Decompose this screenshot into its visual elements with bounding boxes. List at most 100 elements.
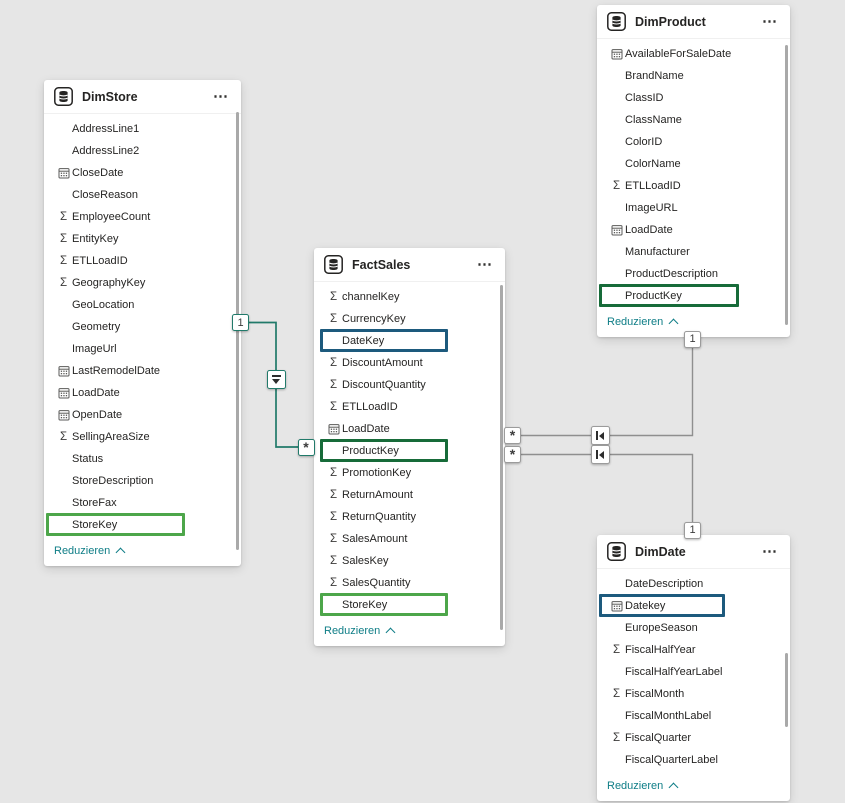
field-row-closedate[interactable]: CloseDate <box>44 162 241 184</box>
table-card-header[interactable]: FactSales⋯ <box>314 248 505 282</box>
field-row-productdescription[interactable]: ProductDescription <box>597 263 790 285</box>
field-row-geometry[interactable]: Geometry <box>44 316 241 338</box>
field-row-returnamount[interactable]: ΣReturnAmount <box>314 484 505 506</box>
field-row-classid[interactable]: ClassID <box>597 87 790 109</box>
scrollbar-thumb[interactable] <box>500 285 503 630</box>
table-card-header[interactable]: DimStore⋯ <box>44 80 241 114</box>
field-row-status[interactable]: Status <box>44 448 241 470</box>
cardinality-marker-many-store-sales[interactable]: * <box>298 439 315 456</box>
field-name: DateDescription <box>625 578 703 590</box>
cardinality-marker-many-product-sales[interactable]: * <box>504 427 521 444</box>
field-row-fiscalquarter[interactable]: ΣFiscalQuarter <box>597 727 790 749</box>
field-row-loaddate[interactable]: LoadDate <box>597 219 790 241</box>
table-title: DimStore <box>82 90 213 104</box>
field-row-fiscalquarterlabel[interactable]: FiscalQuarterLabel <box>597 749 790 771</box>
field-row-returnquantity[interactable]: ΣReturnQuantity <box>314 506 505 528</box>
field-row-colorname[interactable]: ColorName <box>597 153 790 175</box>
field-row-storedescription[interactable]: StoreDescription <box>44 470 241 492</box>
calendar-icon <box>609 600 624 612</box>
field-row-availableforsaledate[interactable]: AvailableForSaleDate <box>597 43 790 65</box>
cardinality-label: * <box>510 447 515 462</box>
field-row-storekey[interactable]: StoreKey <box>314 594 505 616</box>
field-row-datedescription[interactable]: DateDescription <box>597 573 790 595</box>
field-row-fiscalhalfyearlabel[interactable]: FiscalHalfYearLabel <box>597 661 790 683</box>
more-options-button[interactable]: ⋯ <box>762 547 778 557</box>
relationship-line-product-sales[interactable] <box>505 348 693 436</box>
collapse-link[interactable]: Reduzieren <box>607 780 677 792</box>
more-options-button[interactable]: ⋯ <box>477 260 493 270</box>
scrollbar-thumb[interactable] <box>236 112 239 550</box>
model-diagram-canvas[interactable]: DimStore⋯AddressLine1AddressLine2CloseDa… <box>0 0 845 803</box>
table-card-dimdate[interactable]: DimDate⋯ DateDescription DatekeyEuropeSeas… <box>597 535 790 801</box>
field-row-manufacturer[interactable]: Manufacturer <box>597 241 790 263</box>
filter-direction-arrow-store-sales[interactable] <box>267 370 286 389</box>
field-row-storefax[interactable]: StoreFax <box>44 492 241 514</box>
collapse-link[interactable]: Reduzieren <box>607 316 677 328</box>
more-options-button[interactable]: ⋯ <box>213 92 229 102</box>
more-options-button[interactable]: ⋯ <box>762 17 778 27</box>
sum-icon: Σ <box>56 212 71 223</box>
field-row-currencykey[interactable]: ΣCurrencyKey <box>314 308 505 330</box>
field-name: ReturnQuantity <box>342 511 416 523</box>
cardinality-marker-one-date-sales[interactable]: 1 <box>684 522 701 539</box>
table-title: DimProduct <box>635 15 762 29</box>
cardinality-marker-many-date-sales[interactable]: * <box>504 446 521 463</box>
field-row-colorid[interactable]: ColorID <box>597 131 790 153</box>
field-row-etlloadid[interactable]: ΣETLLoadID <box>44 250 241 272</box>
collapse-label: Reduzieren <box>324 625 380 637</box>
field-row-addressline2[interactable]: AddressLine2 <box>44 140 241 162</box>
table-card-header[interactable]: DimDate⋯ <box>597 535 790 569</box>
field-row-loaddate[interactable]: LoadDate <box>314 418 505 440</box>
field-row-salesquantity[interactable]: ΣSalesQuantity <box>314 572 505 594</box>
field-row-europeseason[interactable]: EuropeSeason <box>597 617 790 639</box>
field-row-entitykey[interactable]: ΣEntityKey <box>44 228 241 250</box>
scrollbar-thumb[interactable] <box>785 45 788 325</box>
field-row-imageurl[interactable]: ImageURL <box>597 197 790 219</box>
field-row-promotionkey[interactable]: ΣPromotionKey <box>314 462 505 484</box>
table-card-dimstore[interactable]: DimStore⋯ AddressLine1 AddressLine2CloseDa… <box>44 80 241 566</box>
field-row-geolocation[interactable]: GeoLocation <box>44 294 241 316</box>
field-row-addressline1[interactable]: AddressLine1 <box>44 118 241 140</box>
field-row-storekey[interactable]: StoreKey <box>44 514 241 536</box>
field-row-closereason[interactable]: CloseReason <box>44 184 241 206</box>
table-card-factsales[interactable]: FactSales⋯ ΣchannelKeyΣCurrencyKey DateKey… <box>314 248 505 646</box>
field-row-fiscalhalfyear[interactable]: ΣFiscalHalfYear <box>597 639 790 661</box>
field-row-employeecount[interactable]: ΣEmployeeCount <box>44 206 241 228</box>
field-row-etlloadid[interactable]: ΣETLLoadID <box>597 175 790 197</box>
field-name: StoreKey <box>72 519 117 531</box>
field-row-productkey[interactable]: ProductKey <box>597 285 790 307</box>
collapse-link[interactable]: Reduzieren <box>54 545 124 557</box>
field-row-channelkey[interactable]: ΣchannelKey <box>314 286 505 308</box>
collapse-link[interactable]: Reduzieren <box>324 625 394 637</box>
field-row-classname[interactable]: ClassName <box>597 109 790 131</box>
table-card-dimproduct[interactable]: DimProduct⋯ AvailableForSaleDateBrandName… <box>597 5 790 337</box>
field-row-opendate[interactable]: OpenDate <box>44 404 241 426</box>
cardinality-marker-one-product-sales[interactable]: 1 <box>684 331 701 348</box>
field-name: ColorName <box>625 158 681 170</box>
field-row-loaddate[interactable]: LoadDate <box>44 382 241 404</box>
field-name: DateKey <box>342 335 384 347</box>
field-row-brandname[interactable]: BrandName <box>597 65 790 87</box>
field-row-fiscalmonthlabel[interactable]: FiscalMonthLabel <box>597 705 790 727</box>
table-card-header[interactable]: DimProduct⋯ <box>597 5 790 39</box>
field-row-productkey[interactable]: ProductKey <box>314 440 505 462</box>
field-row-fiscalmonth[interactable]: ΣFiscalMonth <box>597 683 790 705</box>
cardinality-marker-one-store-sales[interactable]: 1 <box>232 314 249 331</box>
field-row-imageurl[interactable]: ImageUrl <box>44 338 241 360</box>
table-title: FactSales <box>352 258 477 272</box>
filter-direction-arrow-product-sales[interactable] <box>591 426 610 445</box>
field-row-etlloadid[interactable]: ΣETLLoadID <box>314 396 505 418</box>
relationship-line-date-sales[interactable] <box>505 455 693 523</box>
field-row-sellingareasize[interactable]: ΣSellingAreaSize <box>44 426 241 448</box>
field-row-discountquantity[interactable]: ΣDiscountQuantity <box>314 374 505 396</box>
field-row-datekey[interactable]: DateKey <box>314 330 505 352</box>
field-row-discountamount[interactable]: ΣDiscountAmount <box>314 352 505 374</box>
filter-direction-arrow-date-sales[interactable] <box>591 445 610 464</box>
field-name: AddressLine1 <box>72 123 139 135</box>
field-row-lastremodeldate[interactable]: LastRemodelDate <box>44 360 241 382</box>
field-row-datekey[interactable]: Datekey <box>597 595 790 617</box>
scrollbar-thumb[interactable] <box>785 653 788 727</box>
field-row-geographykey[interactable]: ΣGeographyKey <box>44 272 241 294</box>
field-row-salesamount[interactable]: ΣSalesAmount <box>314 528 505 550</box>
field-row-saleskey[interactable]: ΣSalesKey <box>314 550 505 572</box>
